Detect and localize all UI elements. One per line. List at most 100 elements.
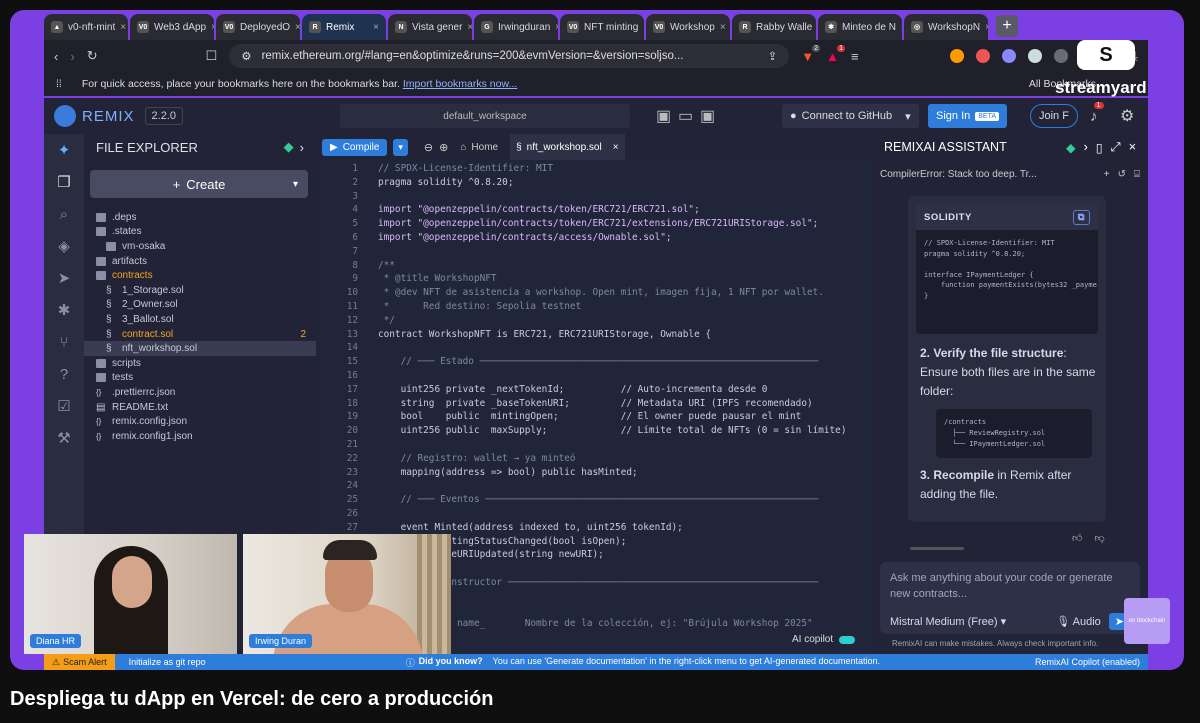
sign-in-button[interactable]: Sign In BETA [928, 104, 1008, 128]
layout-left-icon[interactable]: ▣ [656, 106, 671, 126]
file-tree-item[interactable]: § 2_Owner.sol [84, 298, 316, 313]
connect-github-button[interactable]: ● Connect to GitHub ▾ [782, 104, 919, 128]
layout-bottom-icon[interactable]: ▭ [678, 106, 693, 126]
browser-tab[interactable]: V0 NFT minting × [560, 14, 644, 40]
close-tab-icon[interactable]: × [985, 22, 988, 33]
close-tab-icon[interactable]: × [467, 22, 472, 33]
zoom-out-icon[interactable]: ⊖ [424, 141, 433, 154]
collapse-panel-icon[interactable]: › [300, 140, 304, 155]
audio-button[interactable]: 🎙︎ Audio [1056, 615, 1101, 628]
close-tab-icon[interactable]: × [720, 22, 726, 33]
ai-chat-input[interactable]: Ask me anything about your code or gener… [880, 562, 1140, 634]
learn-icon[interactable]: ? [55, 366, 73, 384]
import-bookmarks-link[interactable]: Import bookmarks now... [403, 78, 517, 90]
forward-icon[interactable]: › [70, 49, 74, 64]
browser-tab[interactable]: V0 Web3 dApp × [130, 14, 214, 40]
remix-logo[interactable]: REMIX [54, 105, 135, 127]
browser-tab[interactable]: R Remix × [302, 14, 386, 40]
file-tree-item[interactable]: {} remix.config1.json [84, 429, 316, 444]
file-tree-item[interactable]: scripts [84, 356, 316, 371]
file-tree-item[interactable]: .states [84, 225, 316, 240]
git-init-link[interactable]: Initialize as git repo [129, 657, 206, 667]
file-tree-item[interactable]: § nft_workshop.sol [84, 341, 316, 356]
thumbs-up-icon[interactable]: 👍︎ [1072, 532, 1082, 544]
extension-icon[interactable] [1028, 49, 1043, 63]
debugger-icon[interactable]: ✱ [55, 302, 73, 320]
file-tree-item[interactable]: § 1_Storage.sol [84, 283, 316, 298]
brave-shield-icon[interactable]: ▼ 2 [801, 44, 821, 64]
plugin-manager-icon[interactable]: ⚒ [55, 430, 73, 448]
new-tab-button[interactable]: + [996, 15, 1018, 37]
scam-alert[interactable]: ⚠ Scam Alert [44, 654, 115, 670]
archive-icon[interactable]: ⌸ [1134, 169, 1140, 180]
file-tree-item[interactable]: tests [84, 371, 316, 386]
chevron-right-icon[interactable]: › [1084, 140, 1088, 154]
file-tree-item[interactable]: contracts [84, 268, 316, 283]
file-tree-item[interactable]: artifacts [84, 254, 316, 269]
history-icon[interactable]: ↺ [1118, 169, 1126, 180]
extension-icon[interactable] [950, 49, 965, 63]
close-tab-icon[interactable]: × [373, 22, 379, 33]
browser-tab[interactable]: V0 DeployedO × [216, 14, 300, 40]
extension-icon[interactable] [1002, 49, 1017, 63]
menu-icon[interactable]: ≡ [851, 49, 859, 64]
share-icon[interactable]: ⇪ [768, 49, 778, 63]
browser-tab[interactable]: ▲ v0-nft-mint × [44, 14, 128, 40]
rewards-icon[interactable]: ▲ 1 [826, 44, 845, 64]
close-tab-icon[interactable]: × [295, 22, 300, 33]
deploy-run-icon[interactable]: ➤ [55, 270, 73, 288]
file-tree-item[interactable]: § 3_Ballot.sol [84, 312, 316, 327]
reload-icon[interactable]: ↻ [87, 48, 98, 64]
file-tree-item[interactable]: vm-osaka [84, 239, 316, 254]
copy-icon[interactable]: ⧉ [1072, 209, 1090, 225]
search-icon[interactable]: ⌕ [55, 206, 73, 224]
model-selector[interactable]: Mistral Medium (Free) ▾ [890, 615, 1006, 628]
browser-tab[interactable]: G Irwingduran × [474, 14, 558, 40]
workspace-selector[interactable]: default_workspace [340, 104, 630, 128]
join-button[interactable]: Join F [1030, 104, 1078, 128]
file-tree-item[interactable]: ▤ README.txt [84, 400, 316, 415]
close-tab-icon[interactable]: × [211, 22, 214, 33]
ai-copilot-toggle[interactable]: AI copilot [792, 634, 856, 645]
file-tree-item[interactable]: {} remix.config.json [84, 414, 316, 429]
browser-tab[interactable]: ✱ Minteo de N × [818, 14, 902, 40]
close-tab-icon[interactable]: × [901, 22, 902, 33]
file-tree-item[interactable]: § contract.sol 2 [84, 327, 316, 342]
back-icon[interactable]: ‹ [54, 49, 58, 64]
compile-button[interactable]: ▶ Compile [322, 138, 388, 156]
close-icon[interactable]: × [1129, 140, 1136, 154]
bookmark-icon[interactable]: ☐ [206, 48, 218, 64]
ai-thread-title[interactable]: CompilerError: Stack too deep. Tr... [880, 169, 1096, 180]
browser-tab[interactable]: V0 Workshop × [646, 14, 730, 40]
create-button[interactable]: + Create ▾ [90, 170, 308, 198]
ai-scrollbar[interactable] [910, 547, 964, 550]
file-tree-item[interactable]: {} .prettierrc.json [84, 385, 316, 400]
file-tree-item[interactable]: .deps [84, 210, 316, 225]
remix-home-icon[interactable]: ✦ [55, 142, 73, 160]
compile-options-button[interactable]: ▾ [393, 138, 408, 156]
new-chat-icon[interactable]: + [1104, 169, 1110, 180]
apps-icon[interactable]: ⁞⁞ [56, 78, 62, 90]
split-icon[interactable]: ▯ [1096, 140, 1103, 155]
close-tab-icon[interactable]: × [643, 22, 644, 33]
close-tab-icon[interactable]: × [120, 22, 126, 33]
git-icon[interactable]: ⑂ [55, 334, 73, 352]
site-info-icon[interactable]: ⚙ [241, 49, 251, 63]
extension-icon[interactable] [976, 49, 991, 63]
settings-icon[interactable]: ⚙ [1120, 106, 1134, 126]
browser-tab[interactable]: RRabby Walle× [732, 14, 816, 40]
browser-tab[interactable]: ◎ WorkshopN × [904, 14, 988, 40]
bell-icon[interactable]: ♪ 1 [1090, 101, 1104, 125]
zoom-in-icon[interactable]: ⊕ [439, 141, 448, 154]
layout-right-icon[interactable]: ▣ [700, 106, 715, 126]
analysis-icon[interactable]: ☑ [55, 398, 73, 416]
thumbs-down-icon[interactable]: 👎︎ [1094, 532, 1104, 544]
browser-tab[interactable]: N Vista gener × [388, 14, 472, 40]
solidity-compiler-icon[interactable]: ◈ [55, 238, 73, 256]
tab-home[interactable]: ⌂ Home [454, 134, 504, 160]
tab-nft-workshop[interactable]: § nft_workshop.sol × [510, 134, 625, 160]
file-explorer-icon[interactable]: ❐ [55, 174, 73, 192]
address-bar[interactable]: ⚙ remix.ethereum.org/#lang=en&optimize&r… [229, 44, 790, 68]
close-tab-icon[interactable]: × [555, 22, 558, 33]
expand-icon[interactable]: ⤢ [1111, 140, 1121, 155]
